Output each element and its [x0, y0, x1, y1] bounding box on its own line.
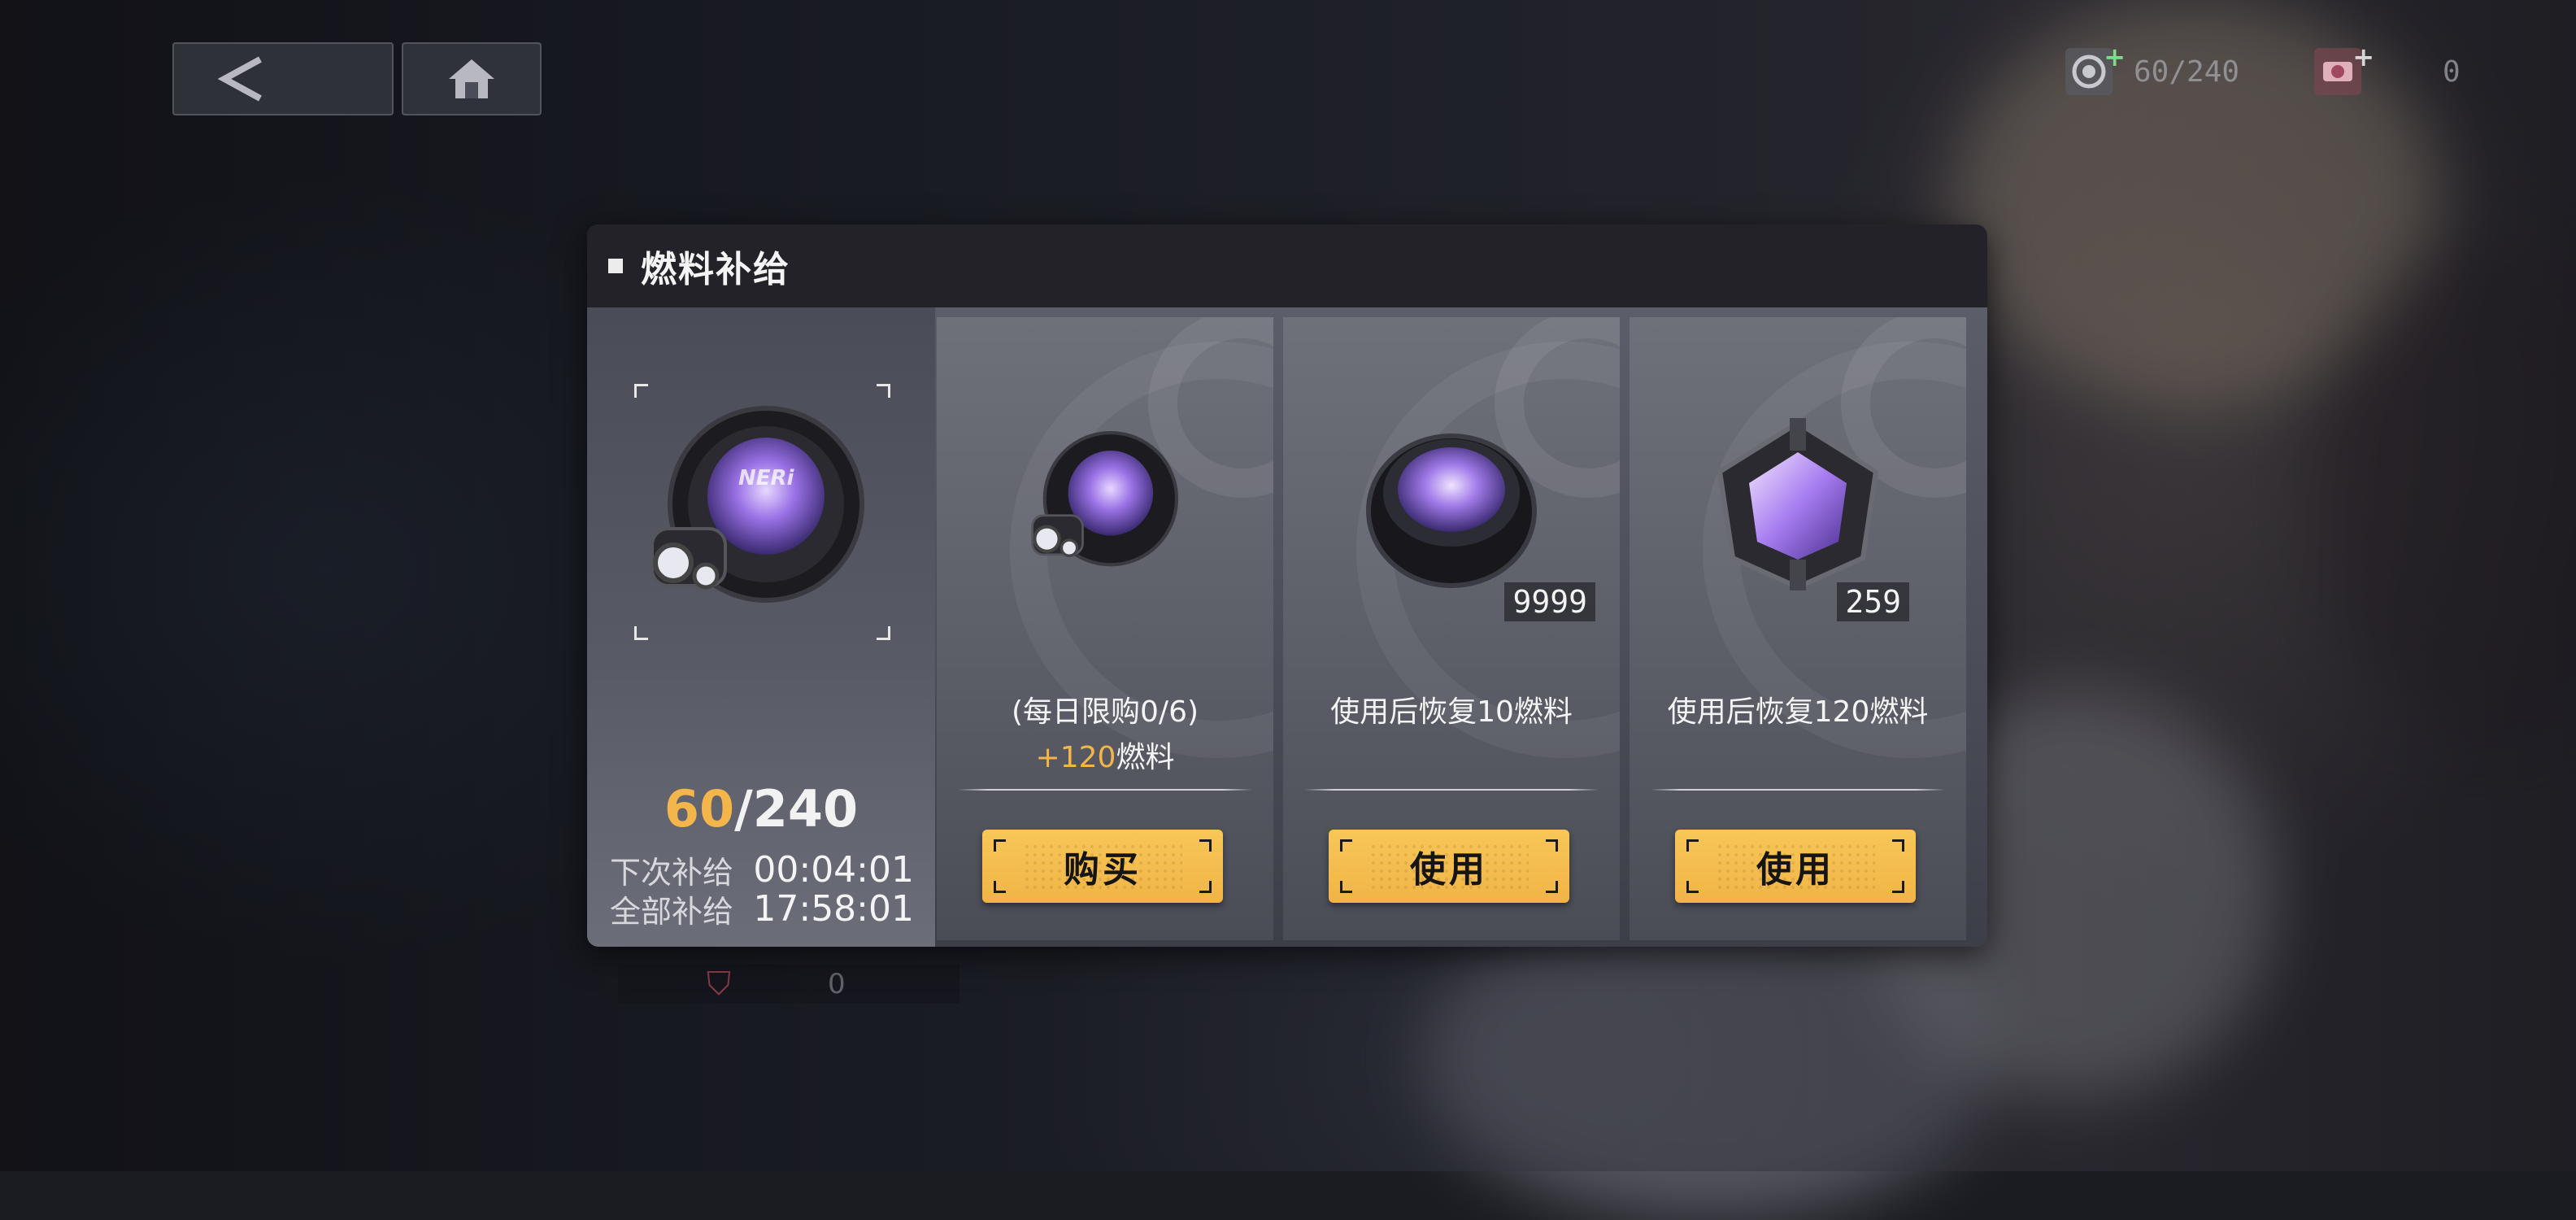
brand-mark: NERi: [738, 466, 795, 490]
add-gem-icon[interactable]: +: [2352, 41, 2374, 72]
button-corner: [994, 839, 1006, 852]
item-quantity: 9999: [1504, 582, 1595, 621]
dialog-header: 燃料补给: [587, 224, 1987, 307]
next-supply-row: 下次补给 00:04:01: [610, 847, 914, 892]
home-icon: [449, 59, 494, 98]
gem-resource[interactable]: + 0: [2314, 41, 2461, 101]
back-arrow-icon: [217, 56, 262, 102]
item-image: [1283, 415, 1620, 594]
fuel-bonus-amount: +120: [1035, 741, 1116, 774]
background-status-count: 0: [828, 968, 846, 1000]
fuel-resource[interactable]: + 60/240: [2065, 41, 2240, 101]
shield-icon: ⛉: [707, 965, 731, 1003]
next-supply-timer: 00:04:01: [753, 849, 914, 891]
button-corner: [1546, 839, 1558, 852]
fuel-max: 240: [752, 779, 859, 839]
gem-icon: +: [2314, 41, 2374, 95]
fuel-device-large-icon: NERi: [651, 406, 864, 603]
buy-button-label: 购买: [1064, 849, 1142, 891]
daily-limit-text: (每日限购0/6): [1011, 695, 1199, 729]
button-corner: [1199, 839, 1212, 852]
item-image: [1630, 415, 1966, 594]
fuel-device-icon: [1031, 430, 1179, 567]
button-corner: [1892, 839, 1904, 852]
card-divider: [1651, 789, 1945, 791]
button-corner: [1892, 881, 1904, 893]
item-description: 使用后恢复10燃料: [1283, 690, 1620, 735]
fuel-amount: 60/240: [2134, 54, 2240, 89]
fuel-status-panel: NERi 60/240 下次补给 00:04:01 全部补给 17:58:01: [587, 307, 935, 947]
fuel-supply-dialog: 燃料补给 NERi 60/240 下次补给 00:04:01 全部补给 17:5…: [587, 224, 1987, 947]
use-button-label: 使用: [1410, 849, 1488, 891]
full-supply-row: 全部补给 17:58:01: [610, 887, 914, 931]
buy-button[interactable]: 购买: [982, 830, 1223, 903]
button-corner: [1340, 881, 1352, 893]
use-small-fuel-button[interactable]: 使用: [1329, 830, 1569, 903]
home-button[interactable]: [402, 42, 542, 115]
button-corner: [1686, 839, 1699, 852]
button-corner: [1686, 881, 1699, 893]
button-corner: [994, 881, 1006, 893]
use-large-fuel-button[interactable]: 使用: [1675, 830, 1916, 903]
item-quantity: 259: [1837, 582, 1909, 621]
button-corner: [1199, 881, 1212, 893]
fuel-separator: /: [734, 779, 753, 839]
button-corner: [1340, 839, 1352, 852]
background-status-bar: ⛉ 0: [618, 965, 959, 1004]
fuel-cube-icon: [1717, 418, 1879, 590]
purchase-fuel-card: (每日限购0/6) +120燃料 购买: [937, 317, 1273, 940]
add-fuel-icon[interactable]: +: [2104, 41, 2126, 72]
fuel-icon: +: [2065, 41, 2126, 95]
fuel-bonus-unit: 燃料: [1116, 741, 1175, 774]
large-fuel-item-card: 259 使用后恢复120燃料 使用: [1630, 317, 1966, 940]
card-divider: [1304, 789, 1599, 791]
item-description: 使用后恢复120燃料: [1630, 690, 1966, 735]
purchase-description: (每日限购0/6) +120燃料: [937, 690, 1273, 781]
fuel-current: 60: [664, 779, 735, 839]
full-supply-timer: 17:58:01: [753, 888, 914, 930]
fuel-count: 60/240: [587, 779, 935, 839]
restore-10-text: 使用后恢复10燃料: [1330, 695, 1573, 729]
use-button-label: 使用: [1756, 849, 1834, 891]
button-corner: [1546, 881, 1558, 893]
restore-120-text: 使用后恢复120燃料: [1667, 695, 1929, 729]
gem-amount: 0: [2443, 54, 2461, 89]
full-supply-label: 全部补给: [610, 894, 734, 930]
fuel-canister-icon: [1366, 434, 1537, 588]
next-supply-label: 下次补给: [610, 855, 734, 891]
card-divider: [958, 789, 1252, 791]
fuel-bonus-text: +120燃料: [937, 735, 1273, 781]
back-button[interactable]: [172, 42, 394, 115]
dialog-title: 燃料补给: [641, 249, 790, 290]
header-square-icon: [608, 259, 623, 273]
small-fuel-item-card: 9999 使用后恢复10燃料 使用: [1283, 317, 1620, 940]
item-image: [937, 415, 1273, 594]
